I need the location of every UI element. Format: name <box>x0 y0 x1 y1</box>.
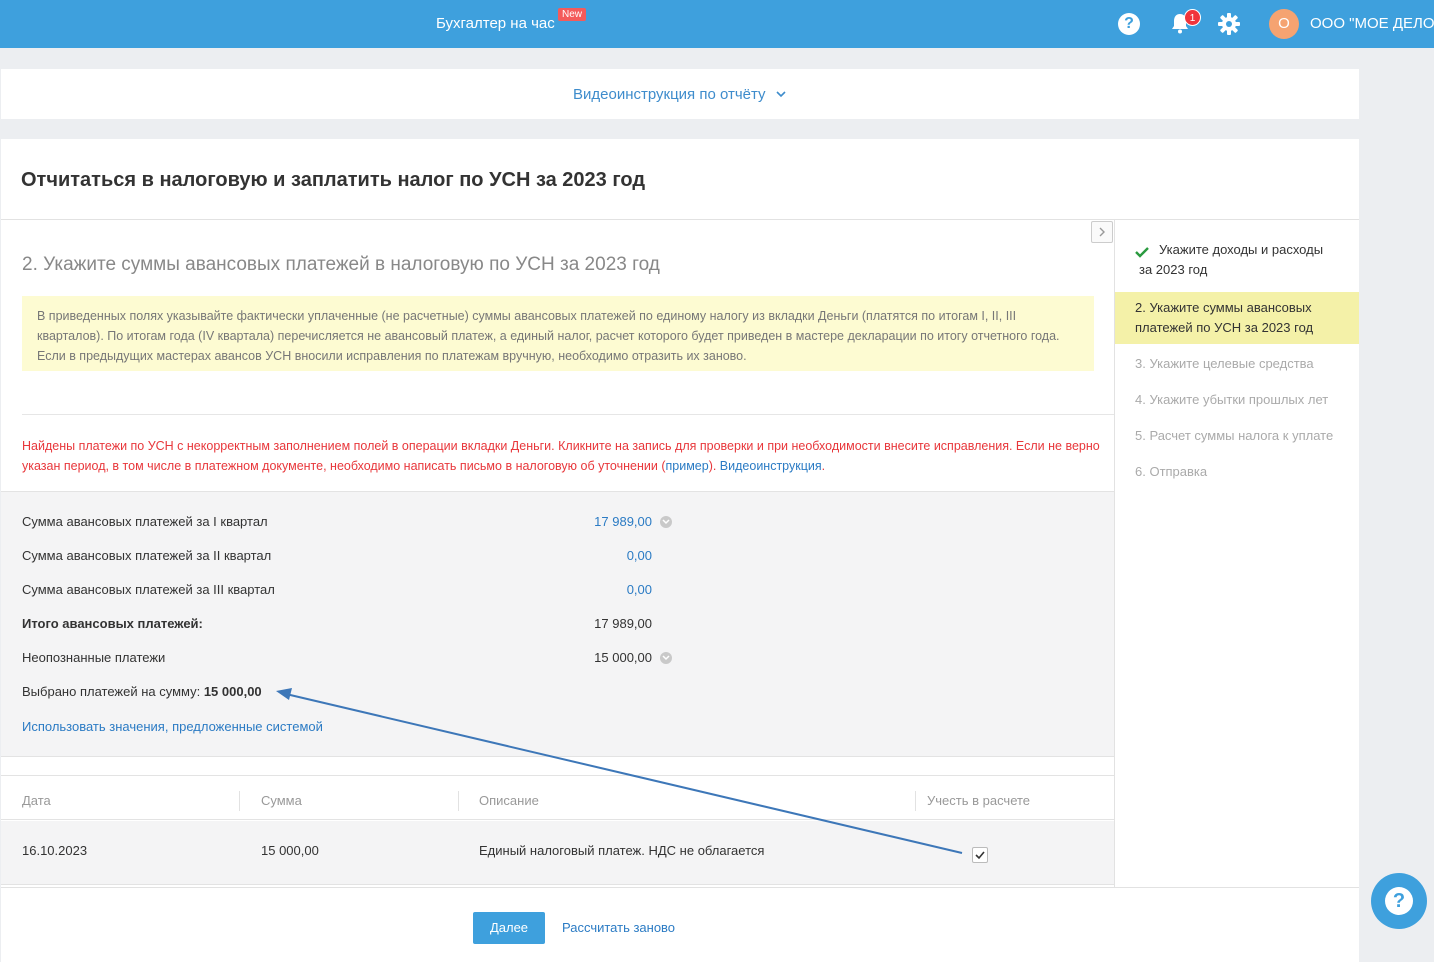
example-link[interactable]: пример <box>665 459 708 473</box>
org-name[interactable]: ООО "МОЕ ДЕЛО" <box>1310 15 1434 32</box>
notification-count-badge: 1 <box>1184 9 1201 26</box>
row-date: 16.10.2023 <box>22 843 88 858</box>
selected-payments-label: Выбрано платежей на сумму: <box>22 684 204 699</box>
q3-value[interactable]: 0,00 <box>532 582 652 597</box>
collapse-steps-button[interactable] <box>1091 221 1113 243</box>
chevron-down-icon[interactable] <box>776 89 786 99</box>
step-item-income-expenses[interactable]: Укажите доходы и расходы за 2023 год <box>1115 240 1359 280</box>
q1-label: Сумма авансовых платежей за I квартал <box>22 514 268 529</box>
video-instruction-panel: Видеоинструкция по отчёту <box>1 69 1359 119</box>
step-item-tax-calculation[interactable]: 5. Расчет суммы налога к уплате <box>1115 426 1359 446</box>
column-header-include: Учесть в расчете <box>927 793 1031 808</box>
selected-payments: Выбрано платежей на сумму: 15 000,00 <box>22 684 262 699</box>
divider <box>22 414 1114 415</box>
check-icon <box>975 851 985 860</box>
column-separator <box>458 791 459 811</box>
divider <box>1 219 1359 220</box>
step-item-target-funds[interactable]: 3. Укажите целевые средства <box>1115 354 1359 374</box>
total-label: Итого авансовых платежей: <box>22 616 203 631</box>
unknown-payments-value: 15 000,00 <box>594 650 652 665</box>
q2-value[interactable]: 0,00 <box>532 548 652 563</box>
check-icon <box>1135 247 1149 258</box>
include-checkbox[interactable] <box>972 847 988 863</box>
table-row[interactable]: 16.10.2023 15 000,00 Единый налоговый пл… <box>1 821 1114 885</box>
step-label: 2. Укажите суммы авансовых платежей по У… <box>1135 300 1314 335</box>
warning-text-mid: ). <box>708 459 720 473</box>
chevron-down-icon[interactable] <box>660 516 672 528</box>
floating-help-button[interactable]: ? <box>1371 873 1427 929</box>
unknown-payments-label: Неопознанные платежи <box>22 650 166 665</box>
next-button[interactable]: Далее <box>473 912 545 944</box>
chevron-right-icon <box>1099 227 1105 237</box>
q2-label: Сумма авансовых платежей за II квартал <box>22 548 272 563</box>
step-label: 6. Отправка <box>1135 464 1208 479</box>
info-note: В приведенных полях указывайте фактическ… <box>22 296 1094 371</box>
step-label: 3. Укажите целевые средства <box>1135 356 1314 371</box>
page-title: Отчитаться в налоговую и заплатить налог… <box>21 169 646 191</box>
chevron-down-icon[interactable] <box>660 652 672 664</box>
warning-message: Найдены платежи по УСН с некорректным за… <box>22 436 1102 476</box>
video-instruction-inline-link[interactable]: Видеоинструкция <box>720 459 822 473</box>
step-item-past-losses[interactable]: 4. Укажите убытки прошлых лет <box>1115 390 1359 410</box>
recalculate-link[interactable]: Рассчитать заново <box>562 920 675 935</box>
new-badge: New <box>558 8 587 21</box>
q3-label: Сумма авансовых платежей за III квартал <box>22 582 275 597</box>
warning-text-end: . <box>821 459 826 473</box>
step-item-sending[interactable]: 6. Отправка <box>1115 462 1359 482</box>
column-header-date: Дата <box>22 793 51 808</box>
gear-icon[interactable] <box>1217 12 1241 36</box>
row-description: Единый налоговый платеж. НДС не облагает… <box>479 843 765 858</box>
step-label: Укажите доходы и расходы за 2023 год <box>1139 242 1324 277</box>
step-label: 4. Укажите убытки прошлых лет <box>1135 392 1329 407</box>
step-item-advance-payments[interactable]: 2. Укажите суммы авансовых платежей по У… <box>1115 292 1359 344</box>
column-header-amount: Сумма <box>261 793 302 808</box>
avatar[interactable]: О <box>1269 9 1299 39</box>
help-icon: ? <box>1385 887 1413 915</box>
row-amount: 15 000,00 <box>261 843 319 858</box>
service-link[interactable]: Бухгалтер на час <box>436 15 555 32</box>
column-header-description: Описание <box>479 793 539 808</box>
video-instruction-link[interactable]: Видеоинструкция по отчёту <box>573 86 766 103</box>
warning-text: Найдены платежи по УСН с некорректным за… <box>22 439 1100 473</box>
divider <box>1 887 1359 888</box>
step-label: 5. Расчет суммы налога к уплате <box>1135 428 1334 443</box>
total-value: 17 989,00 <box>594 616 652 631</box>
selected-payments-value: 15 000,00 <box>203 684 262 699</box>
q1-value[interactable]: 17 989,00 <box>532 514 652 529</box>
top-bar: Бухгалтер на час New ? 1 О ООО "МОЕ ДЕЛО… <box>0 0 1434 48</box>
step-heading: 2. Укажите суммы авансовых платежей в на… <box>22 254 660 275</box>
advance-payments-summary: Сумма авансовых платежей за I квартал 17… <box>1 491 1114 757</box>
column-separator <box>915 791 916 811</box>
payments-table-header: Дата Сумма Описание Учесть в расчете <box>1 775 1114 820</box>
use-system-values-link[interactable]: Использовать значения, предложенные сист… <box>22 719 323 734</box>
help-icon[interactable]: ? <box>1118 13 1140 35</box>
report-wizard-panel: Отчитаться в налоговую и заплатить налог… <box>1 139 1359 962</box>
column-separator <box>239 791 240 811</box>
